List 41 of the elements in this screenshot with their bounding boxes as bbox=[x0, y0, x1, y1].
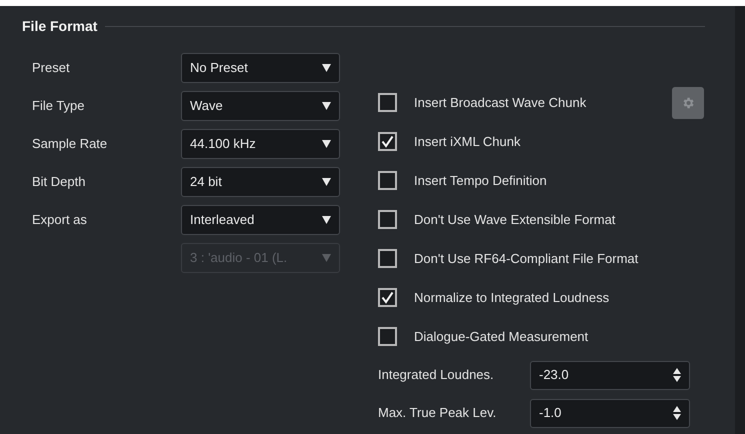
settings-icon bbox=[681, 96, 695, 110]
caret-icon bbox=[322, 102, 331, 110]
checkbox[interactable] bbox=[378, 249, 397, 268]
checkbox-label: Don't Use Wave Extensible Format bbox=[414, 210, 616, 229]
field-label: Max. True Peak Lev. bbox=[378, 404, 498, 422]
checkbox[interactable] bbox=[378, 132, 397, 151]
checkbox-label: Insert Broadcast Wave Chunk bbox=[414, 94, 586, 112]
caret-icon bbox=[322, 178, 331, 186]
field-label: Sample Rate bbox=[31, 135, 108, 154]
checkmark-icon bbox=[381, 291, 394, 304]
checkbox-label: Dialogue-Gated Measurement bbox=[414, 328, 588, 346]
checkbox[interactable] bbox=[378, 210, 397, 229]
checkbox-label: Insert iXML Chunk bbox=[414, 132, 520, 151]
stepper-icon bbox=[673, 406, 681, 420]
stepper-icon bbox=[673, 368, 681, 382]
checkbox[interactable] bbox=[378, 171, 397, 190]
number-field[interactable]: -23.0 bbox=[530, 360, 690, 390]
caret-icon bbox=[322, 254, 331, 262]
checkbox[interactable] bbox=[378, 288, 397, 307]
field-label: Export as bbox=[31, 211, 88, 230]
checkmark-icon bbox=[381, 135, 394, 148]
number-field[interactable]: -1.0 bbox=[530, 398, 690, 428]
dropdown[interactable]: No Preset bbox=[181, 53, 340, 83]
checkbox-label: Insert Tempo Definition bbox=[414, 172, 547, 190]
dropdown[interactable]: Interleaved bbox=[181, 205, 340, 235]
field-label: Integrated Loudnes. bbox=[378, 366, 495, 384]
field-label: Preset bbox=[31, 59, 71, 78]
caret-icon bbox=[322, 216, 331, 224]
field-label: Bit Depth bbox=[31, 173, 86, 192]
checkbox-label: Normalize to Integrated Loudness bbox=[414, 288, 610, 307]
dropdown[interactable]: Wave bbox=[181, 91, 340, 121]
caret-icon bbox=[322, 64, 331, 72]
checkbox[interactable] bbox=[378, 93, 397, 112]
caret-icon bbox=[322, 140, 331, 148]
dropdown[interactable]: 44.100 kHz bbox=[181, 129, 340, 159]
field-label: File Type bbox=[31, 97, 86, 116]
checkbox-label: Don't Use RF64-Compliant File Format bbox=[414, 250, 638, 268]
checkbox[interactable] bbox=[378, 327, 397, 346]
settings-button[interactable] bbox=[672, 86, 704, 118]
dropdown[interactable]: 24 bit bbox=[181, 167, 340, 197]
section-title: File Format bbox=[22, 17, 98, 36]
